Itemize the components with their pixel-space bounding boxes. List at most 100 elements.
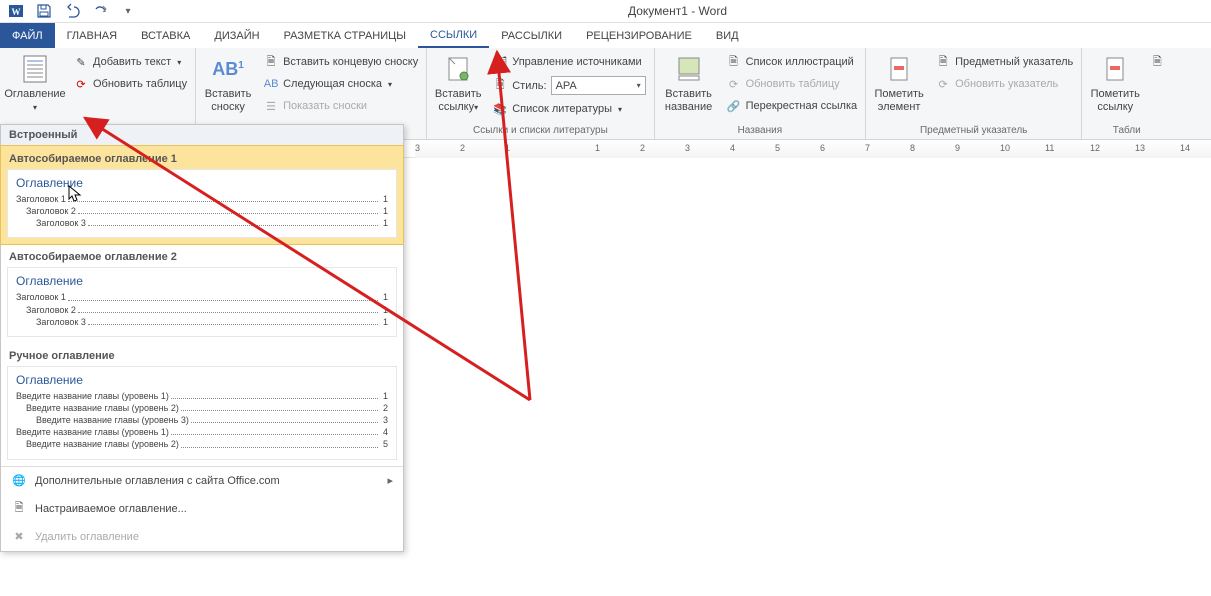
chevron-down-icon: ▾: [618, 105, 622, 114]
citation-style-row: 🗎 Стиль: APA ▾: [488, 74, 649, 97]
toc-label: Оглавление: [4, 88, 65, 100]
chevron-right-icon: ▸: [387, 474, 393, 487]
ruler-tick: 11: [1045, 143, 1054, 153]
update-table-label: Обновить таблицу: [93, 78, 187, 90]
toc-auto2-preview: Оглавление Заголовок 11Заголовок 21Загол…: [7, 267, 397, 336]
manage-sources-label: Управление источниками: [512, 56, 641, 68]
style-label: Стиль:: [512, 80, 546, 92]
update-table-button[interactable]: ⟳Обновить таблицу: [69, 74, 191, 94]
chevron-down-icon: ▾: [637, 81, 641, 90]
ruler-tick: 9: [955, 143, 960, 153]
footnote-icon: AB1: [211, 52, 245, 86]
custom-toc[interactable]: 🗎 Настраиваемое оглавление...: [1, 495, 403, 523]
group-citations: Вставить ссылку▾ 🗂Управление источниками…: [427, 48, 654, 139]
manage-sources-button[interactable]: 🗂Управление источниками: [488, 52, 649, 72]
toc-manual-preview: Оглавление Введите название главы (урове…: [7, 366, 397, 460]
bibliography-icon: 📚: [492, 101, 508, 117]
style-select[interactable]: APA ▾: [551, 76, 646, 95]
citation-icon: [441, 52, 475, 86]
group-toa: Пометить ссылку 🗎 Табли: [1082, 48, 1171, 139]
insert-endnote-label: Вставить концевую сноску: [283, 56, 418, 68]
chevron-down-icon: ▾: [33, 103, 37, 112]
bibliography-button[interactable]: 📚Список литературы▾: [488, 99, 649, 119]
toc-auto2-item[interactable]: Автособираемое оглавление 2 Оглавление З…: [1, 244, 403, 342]
show-notes-button[interactable]: ☰Показать сноски: [259, 96, 422, 116]
remove-toc-label: Удалить оглавление: [35, 531, 139, 543]
toc-manual-item[interactable]: Ручное оглавление Оглавление Введите наз…: [1, 343, 403, 466]
toc-auto2-caption: Автособираемое оглавление 2: [9, 251, 395, 263]
figures-list-button[interactable]: 🗎Список иллюстраций: [722, 52, 862, 72]
insert-endnote-button[interactable]: 🗎Вставить концевую сноску: [259, 52, 422, 72]
ruler-tick: 13: [1135, 143, 1145, 153]
ruler-tick: 3: [415, 143, 420, 153]
toc-preview-line: Заголовок 11: [16, 291, 388, 303]
toc-auto1-item[interactable]: Автособираемое оглавление 1 Оглавление З…: [1, 146, 403, 244]
style-icon: 🗎: [492, 78, 508, 94]
word-app-icon: W: [6, 2, 26, 20]
mark-entry-button[interactable]: Пометить элемент: [870, 50, 928, 113]
title-bar: W ▾ Документ1 - Word: [0, 0, 1211, 23]
ribbon-tabs: ФАЙЛ ГЛАВНАЯ ВСТАВКА ДИЗАЙН РАЗМЕТКА СТР…: [0, 23, 1211, 48]
undo-icon[interactable]: [62, 2, 82, 20]
toc-preview-line: Введите название главы (уровень 2)2: [16, 402, 388, 414]
mark-citation-button[interactable]: Пометить ссылку: [1086, 50, 1144, 113]
toc-preview-title: Оглавление: [16, 176, 388, 190]
tab-mailings[interactable]: РАССЫЛКИ: [489, 23, 574, 48]
tab-insert[interactable]: ВСТАВКА: [129, 23, 202, 48]
toc-preview-line: Введите название главы (уровень 2)5: [16, 438, 388, 450]
svg-text:W: W: [12, 7, 21, 17]
ruler-tick: 8: [910, 143, 915, 153]
window-title: Документ1 - Word: [144, 4, 1211, 18]
tab-layout[interactable]: РАЗМЕТКА СТРАНИЦЫ: [272, 23, 418, 48]
subject-index-button[interactable]: 🗎Предметный указатель: [931, 52, 1077, 72]
quick-access-toolbar: W ▾: [0, 2, 144, 20]
document-area[interactable]: [415, 158, 1211, 596]
qat-customize-icon[interactable]: ▾: [118, 2, 138, 20]
style-value: APA: [556, 80, 577, 92]
remove-toc[interactable]: ✖ Удалить оглавление: [1, 523, 403, 551]
custom-toc-label: Настраиваемое оглавление...: [35, 503, 187, 515]
update-index-button[interactable]: ⟳Обновить указатель: [931, 74, 1077, 94]
insert-footnote-button[interactable]: AB1 Вставить сноску: [200, 50, 256, 113]
insert-caption-button[interactable]: Вставить название: [659, 50, 719, 113]
redo-icon[interactable]: [90, 2, 110, 20]
remove-icon: ✖: [11, 529, 27, 545]
ruler-tick: 7: [865, 143, 870, 153]
toc-manual-caption: Ручное оглавление: [9, 350, 395, 362]
toc-button[interactable]: Оглавление ▾: [4, 50, 66, 113]
tab-home[interactable]: ГЛАВНАЯ: [55, 23, 129, 48]
next-footnote-button[interactable]: ABСледующая сноска▾: [259, 74, 422, 94]
tab-references[interactable]: ССЫЛКИ: [418, 23, 489, 48]
group-captions-label: Названия: [659, 123, 862, 139]
tab-design[interactable]: ДИЗАЙН: [202, 23, 271, 48]
toc-dropdown-menu: Встроенный Автособираемое оглавление 1 О…: [0, 124, 404, 552]
add-text-label: Добавить текст: [93, 56, 171, 68]
update-table2-button[interactable]: ⟳Обновить таблицу: [722, 74, 862, 94]
ruler-tick: 10: [1000, 143, 1010, 153]
cross-ref-button[interactable]: 🔗Перекрестная ссылка: [722, 96, 862, 116]
more-office-toc[interactable]: 🌐 Дополнительные оглавления с сайта Offi…: [1, 467, 403, 495]
group-toa-label: Табли: [1086, 123, 1167, 139]
figures-list-label: Список иллюстраций: [746, 56, 854, 68]
toc-preview-line: Введите название главы (уровень 1)1: [16, 390, 388, 402]
toc-preview-line: Заголовок 21: [16, 205, 388, 217]
group-citations-label: Ссылки и списки литературы: [431, 123, 649, 139]
group-captions: Вставить название 🗎Список иллюстраций ⟳О…: [655, 48, 867, 139]
insert-citation-button[interactable]: Вставить ссылку▾: [431, 50, 485, 113]
tab-review[interactable]: РЕЦЕНЗИРОВАНИЕ: [574, 23, 704, 48]
toc-preview-line: Введите название главы (уровень 3)3: [16, 414, 388, 426]
tab-view[interactable]: ВИД: [704, 23, 751, 48]
toc-preview-line: Введите название главы (уровень 1)4: [16, 426, 388, 438]
add-text-button[interactable]: ✎Добавить текст▾: [69, 52, 191, 72]
show-notes-icon: ☰: [263, 98, 279, 114]
toc-preview-line: Заголовок 11: [16, 193, 388, 205]
ruler-tick: 4: [730, 143, 735, 153]
office-icon: 🌐: [11, 473, 27, 489]
tab-file[interactable]: ФАЙЛ: [0, 23, 55, 48]
toa-extra[interactable]: 🗎: [1147, 52, 1167, 72]
ruler-tick: 2: [640, 143, 645, 153]
save-icon[interactable]: [34, 2, 54, 20]
insert-caption-label: Вставить название: [661, 88, 717, 113]
toc-auto1-preview: Оглавление Заголовок 11Заголовок 21Загол…: [7, 169, 397, 238]
cross-ref-label: Перекрестная ссылка: [746, 100, 858, 112]
